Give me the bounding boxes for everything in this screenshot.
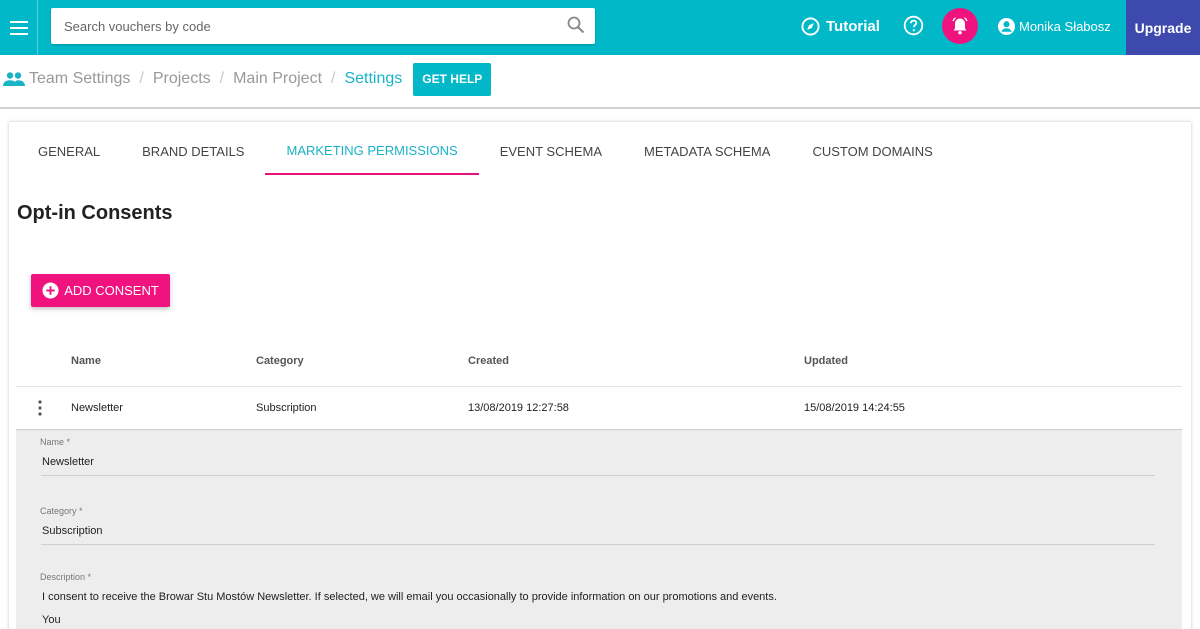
description-field-line-1[interactable]: I consent to receive the Browar Stu Most… (42, 591, 777, 603)
user-menu[interactable]: Monika Słabosz (997, 16, 1111, 36)
tab-marketing-permissions[interactable]: MARKETING PERMISSIONS (265, 128, 479, 175)
column-header-name[interactable]: Name (71, 355, 101, 367)
breadcrumb-separator: / (139, 70, 144, 87)
tutorial-button[interactable]: Tutorial (801, 16, 880, 36)
name-field-label: Name * (40, 437, 71, 447)
search-icon[interactable] (567, 16, 585, 34)
add-consent-button[interactable]: ADD CONSENT (31, 274, 170, 307)
row-category: Subscription (256, 402, 317, 414)
breadcrumb-settings[interactable]: Settings (344, 70, 402, 88)
hamburger-icon (9, 20, 28, 35)
consent-edit-form: Name * Newsletter Category * Subscriptio… (16, 429, 1182, 629)
search-box (51, 8, 595, 44)
tab-event-schema[interactable]: EVENT SCHEMA (479, 128, 623, 175)
breadcrumb: Team Settings / Projects / Main Project … (3, 62, 492, 96)
description-field-label: Description * (40, 572, 92, 582)
top-bar: Tutorial Monika Słabosz Upgrade (0, 0, 1200, 55)
help-icon[interactable] (903, 15, 924, 36)
account-icon (997, 17, 1016, 35)
row-created: 13/08/2019 12:27:58 (468, 402, 569, 414)
header-divider (0, 107, 1200, 109)
breadcrumb-projects[interactable]: Projects (153, 70, 211, 88)
menu-button[interactable] (0, 0, 38, 55)
get-help-button[interactable]: GET HELP (413, 62, 492, 96)
plus-circle-icon (42, 282, 59, 299)
tab-custom-domains[interactable]: CUSTOM DOMAINS (791, 128, 953, 175)
column-header-updated[interactable]: Updated (804, 355, 848, 367)
compass-icon (801, 16, 820, 36)
user-name: Monika Słabosz (1019, 18, 1111, 34)
row-name: Newsletter (71, 402, 123, 414)
tab-metadata-schema[interactable]: METADATA SCHEMA (623, 128, 791, 175)
name-field-underline (41, 475, 1155, 476)
bell-icon (952, 17, 968, 35)
people-icon (3, 72, 25, 86)
breadcrumb-separator: / (331, 70, 336, 87)
breadcrumb-separator: / (219, 70, 225, 87)
category-field-underline (41, 544, 1155, 545)
column-header-category[interactable]: Category (256, 355, 304, 367)
more-vertical-icon[interactable] (32, 399, 48, 417)
breadcrumb-team-settings[interactable]: Team Settings (29, 70, 130, 88)
table-row[interactable]: Newsletter Subscription 13/08/2019 12:27… (16, 387, 1182, 429)
category-field-label: Category * (40, 506, 83, 516)
upgrade-button[interactable]: Upgrade (1126, 0, 1200, 55)
name-field[interactable]: Newsletter (42, 456, 94, 468)
tab-brand-details[interactable]: BRAND DETAILS (121, 128, 265, 175)
settings-card: GENERAL BRAND DETAILS MARKETING PERMISSI… (9, 122, 1191, 629)
section-title: Opt-in Consents (17, 202, 173, 224)
breadcrumb-main-project[interactable]: Main Project (233, 70, 322, 88)
category-field[interactable]: Subscription (42, 525, 103, 537)
column-header-created[interactable]: Created (468, 355, 509, 367)
add-consent-label: ADD CONSENT (64, 283, 159, 298)
row-updated: 15/08/2019 14:24:55 (804, 402, 905, 414)
description-field-line-2[interactable]: You (42, 614, 61, 626)
settings-tabs: GENERAL BRAND DETAILS MARKETING PERMISSI… (17, 128, 954, 175)
tab-general[interactable]: GENERAL (17, 128, 121, 175)
notifications-button[interactable] (942, 8, 978, 44)
tutorial-label: Tutorial (826, 17, 880, 35)
search-input[interactable] (51, 8, 595, 44)
